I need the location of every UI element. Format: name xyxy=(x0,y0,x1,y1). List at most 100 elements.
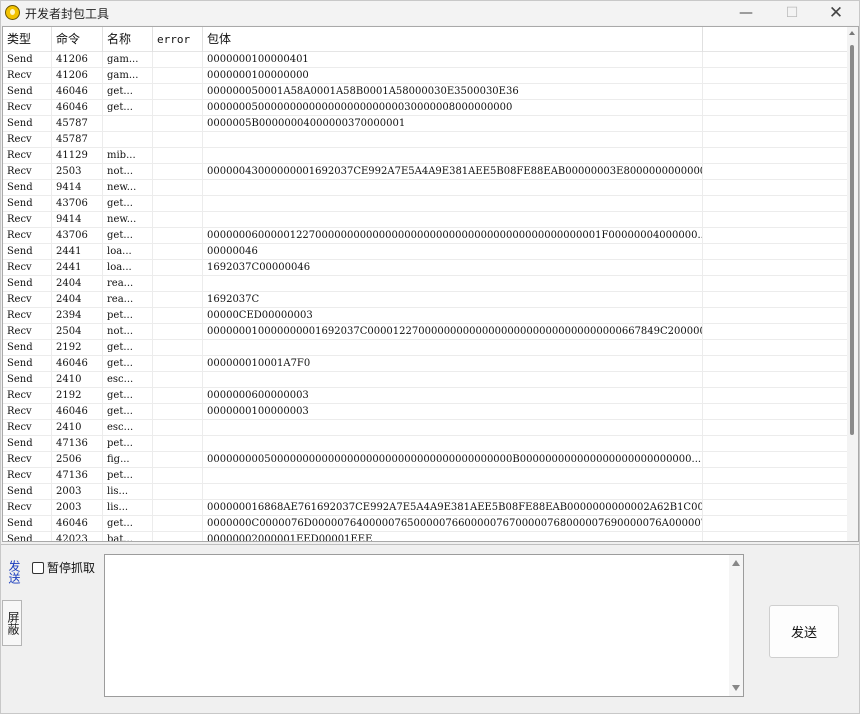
cell-type: Send xyxy=(3,484,52,500)
table-row[interactable]: Recv 2003 lis... 000000016868AE761692037CE9… xyxy=(3,500,849,516)
cell-command: 46046 xyxy=(52,100,103,116)
table-row[interactable]: Send 9414 new... xyxy=(3,180,849,196)
cell-type: Send xyxy=(3,340,52,356)
cell-extra xyxy=(703,244,849,260)
cell-extra xyxy=(703,276,849,292)
table-row[interactable]: Send 2003 lis... xyxy=(3,484,849,500)
table-row[interactable]: Send 2441 loa... 00000046 xyxy=(3,244,849,260)
cell-name: new... xyxy=(103,212,153,228)
cell-body xyxy=(203,212,703,228)
close-button[interactable]: ✕ xyxy=(813,1,859,25)
column-header-empty[interactable] xyxy=(703,27,849,52)
table-row[interactable]: Recv 45787 xyxy=(3,132,849,148)
packet-list-scrollbar[interactable] xyxy=(847,27,858,541)
cell-extra xyxy=(703,68,849,84)
packet-input-scrollbar[interactable] xyxy=(729,555,743,696)
cell-type: Send xyxy=(3,356,52,372)
cell-body: 0000000100000003 xyxy=(203,404,703,420)
cell-command: 2192 xyxy=(52,340,103,356)
table-row[interactable]: Recv 2410 esc... xyxy=(3,420,849,436)
scroll-up-arrow-icon[interactable] xyxy=(732,560,740,566)
table-row[interactable]: Send 46046 get... 000000050001A58A0001A58B0… xyxy=(3,84,849,100)
column-header-command[interactable]: 命令 xyxy=(52,27,103,52)
scroll-down-arrow-icon[interactable] xyxy=(732,685,740,691)
cell-error xyxy=(153,500,203,516)
table-row[interactable]: Recv 2504 not... 000000010000000001692037C0… xyxy=(3,324,849,340)
cell-extra xyxy=(703,452,849,468)
scrollbar-thumb[interactable] xyxy=(850,45,854,435)
table-row[interactable]: Send 2192 get... xyxy=(3,340,849,356)
packet-list[interactable]: 类型 命令 名称 error 包体 Send 41206 gam... 0000000… xyxy=(2,26,859,542)
table-row[interactable]: Recv 2503 not... 00000043000000001692037CE9… xyxy=(3,164,849,180)
cell-type: Send xyxy=(3,372,52,388)
cell-error xyxy=(153,388,203,404)
cell-body: 0000005B00000004000000370000001 xyxy=(203,116,703,132)
send-button[interactable]: 发送 xyxy=(769,605,839,658)
table-row[interactable]: Recv 2506 fig... 00000000050000000000000000… xyxy=(3,452,849,468)
cell-extra xyxy=(703,84,849,100)
table-row[interactable]: Recv 9414 new... xyxy=(3,212,849,228)
cell-name: bat... xyxy=(103,532,153,541)
cell-type: Recv xyxy=(3,212,52,228)
maximize-button[interactable]: ☐ xyxy=(769,1,815,25)
table-row[interactable]: Send 43706 get... xyxy=(3,196,849,212)
table-row[interactable]: Recv 2441 loa... 1692037C00000046 xyxy=(3,260,849,276)
cell-extra xyxy=(703,420,849,436)
cell-body: 000000010001A7F0 xyxy=(203,356,703,372)
table-row[interactable]: Recv 47136 pet... xyxy=(3,468,849,484)
table-row[interactable]: Recv 43706 get... 0000000600000122700000000… xyxy=(3,228,849,244)
table-row[interactable]: Recv 46046 get... 0000000100000003 xyxy=(3,404,849,420)
cell-command: 2504 xyxy=(52,324,103,340)
cell-error xyxy=(153,84,203,100)
table-row[interactable]: Send 41206 gam... 0000000100000401 xyxy=(3,52,849,68)
cell-body xyxy=(203,180,703,196)
table-row[interactable]: Send 45787 0000005B00000004000000370000001 xyxy=(3,116,849,132)
column-header-body[interactable]: 包体 xyxy=(203,27,703,52)
table-row[interactable]: Recv 41206 gam... 0000000100000000 xyxy=(3,68,849,84)
table-row[interactable]: Send 42023 bat... 00000002000001EED00001EEE xyxy=(3,532,849,541)
cell-error xyxy=(153,100,203,116)
table-row[interactable]: Recv 2404 rea... 1692037C xyxy=(3,292,849,308)
table-row[interactable]: Send 2410 esc... xyxy=(3,372,849,388)
cell-body: 0000000C0000076D000007640000076500000766… xyxy=(203,516,703,532)
cell-error xyxy=(153,452,203,468)
cell-name: gam... xyxy=(103,68,153,84)
cell-extra xyxy=(703,436,849,452)
cell-body: 0000000600000122700000000000000000000000… xyxy=(203,228,703,244)
column-header-type[interactable]: 类型 xyxy=(3,27,52,52)
cell-extra xyxy=(703,180,849,196)
cell-type: Send xyxy=(3,276,52,292)
minimize-button[interactable]: — xyxy=(723,1,769,25)
cell-type: Recv xyxy=(3,132,52,148)
cell-command: 47136 xyxy=(52,436,103,452)
table-row[interactable]: Send 47136 pet... xyxy=(3,436,849,452)
cell-error xyxy=(153,68,203,84)
table-row[interactable]: Recv 41129 mib... xyxy=(3,148,849,164)
cell-name: rea... xyxy=(103,276,153,292)
cell-name: get... xyxy=(103,516,153,532)
table-row[interactable]: Recv 2192 get... 0000000600000003 xyxy=(3,388,849,404)
tab-block[interactable]: 屏蔽 xyxy=(2,600,22,646)
packet-input[interactable] xyxy=(104,554,744,697)
scroll-up-arrow-icon[interactable] xyxy=(849,31,855,35)
cell-type: Recv xyxy=(3,148,52,164)
column-header-name[interactable]: 名称 xyxy=(103,27,153,52)
table-row[interactable]: Send 46046 get... 0000000C0000076D000007640… xyxy=(3,516,849,532)
pause-capture-checkbox[interactable] xyxy=(32,561,44,574)
cell-name: get... xyxy=(103,228,153,244)
table-row[interactable]: Recv 46046 get... 0000000500000000000000000… xyxy=(3,100,849,116)
table-row[interactable]: Recv 2394 pet... 00000CED00000003 xyxy=(3,308,849,324)
cell-type: Recv xyxy=(3,404,52,420)
cell-extra xyxy=(703,388,849,404)
cell-extra xyxy=(703,164,849,180)
cell-type: Recv xyxy=(3,164,52,180)
column-header-error[interactable]: error xyxy=(153,27,203,52)
table-row[interactable]: Send 46046 get... 000000010001A7F0 xyxy=(3,356,849,372)
pause-capture-option[interactable]: 暂停抓取 xyxy=(32,559,95,576)
cell-type: Recv xyxy=(3,324,52,340)
cell-body: 00000CED00000003 xyxy=(203,308,703,324)
cell-body: 000000050001A58A0001A58B0001A58000030E35… xyxy=(203,84,703,100)
table-row[interactable]: Send 2404 rea... xyxy=(3,276,849,292)
cell-error xyxy=(153,164,203,180)
tab-send[interactable]: 发送 xyxy=(2,551,22,593)
